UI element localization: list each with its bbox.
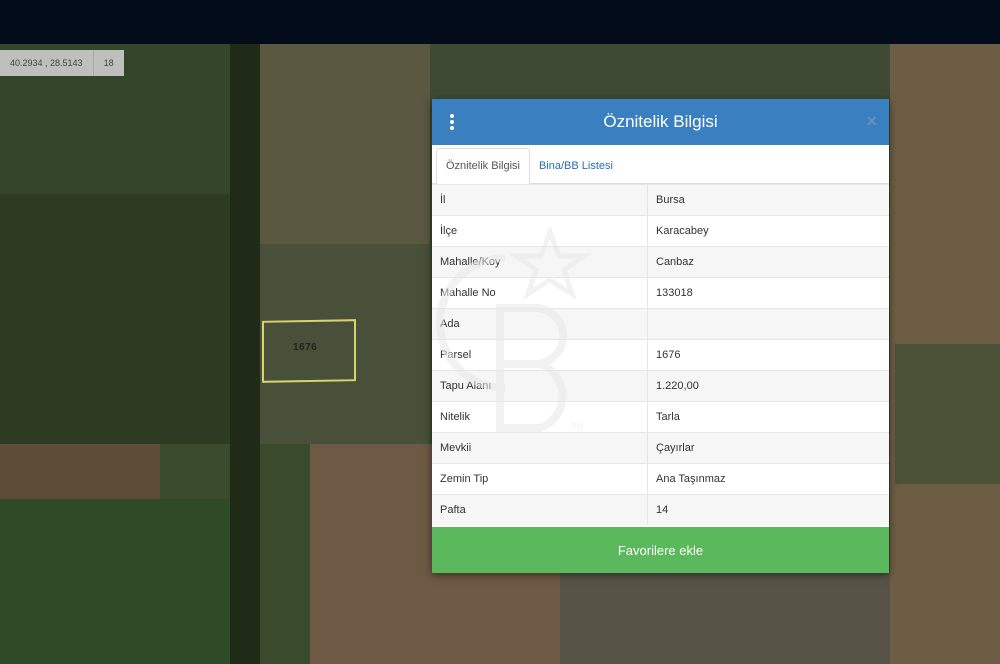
- table-row: Ada: [432, 308, 889, 340]
- row-key: İlçe: [432, 215, 648, 247]
- row-key: İl: [432, 184, 648, 216]
- map-field: [0, 194, 230, 444]
- row-key: Mevkii: [432, 432, 648, 464]
- row-value: Bursa: [647, 184, 889, 216]
- map-field: [895, 344, 1000, 484]
- map-field: [260, 44, 430, 244]
- row-value: 133018: [647, 277, 889, 309]
- map-field: [560, 573, 890, 664]
- attribute-info-dialog: Öznitelik Bilgisi × Öznitelik Bilgisi Bi…: [432, 99, 889, 573]
- zoom-level-readout: 18: [103, 58, 114, 68]
- row-value: 14: [647, 494, 889, 525]
- table-row: Mahalle/Koy Canbaz: [432, 246, 889, 278]
- table-row: Pafta 14: [432, 494, 889, 525]
- row-value: 1.220,00: [647, 370, 889, 402]
- table-row: Nitelik Tarla: [432, 401, 889, 433]
- parcel-label: 1676: [293, 342, 318, 353]
- table-row: Parsel 1676: [432, 339, 889, 371]
- row-value: Çayırlar: [647, 432, 889, 464]
- map-field: [230, 44, 260, 664]
- table-row: Tapu Alanı 1.220,00: [432, 370, 889, 402]
- table-row: İlçe Karacabey: [432, 215, 889, 247]
- row-key: Ada: [432, 308, 648, 340]
- tab-attribute-info[interactable]: Öznitelik Bilgisi: [436, 148, 530, 184]
- dialog-header: Öznitelik Bilgisi ×: [432, 99, 889, 145]
- row-value: Tarla: [647, 401, 889, 433]
- attribute-table: İl Bursa İlçe Karacabey Mahalle/Koy Canbaz …: [432, 184, 889, 525]
- table-row: Mahalle No 133018: [432, 277, 889, 309]
- row-key: Pafta: [432, 494, 648, 525]
- top-bar: [0, 0, 1000, 44]
- row-value: 1676: [647, 339, 889, 371]
- row-key: Mahalle No: [432, 277, 648, 309]
- dialog-tabs: Öznitelik Bilgisi Bina/BB Listesi: [432, 145, 889, 184]
- table-row: İl Bursa: [432, 184, 889, 216]
- close-icon[interactable]: ×: [866, 111, 877, 132]
- row-value: Ana Taşınmaz: [647, 463, 889, 495]
- tab-building-list[interactable]: Bina/BB Listesi: [530, 149, 622, 183]
- row-key: Zemin Tip: [432, 463, 648, 495]
- row-key: Parsel: [432, 339, 648, 371]
- lat-lon-readout: 40.2934 , 28.5143: [0, 50, 94, 76]
- map-field: [430, 44, 900, 100]
- dialog-title: Öznitelik Bilgisi: [603, 112, 718, 131]
- row-key: Mahalle/Koy: [432, 246, 648, 278]
- coordinate-readout: 40.2934 , 28.5143 18: [0, 50, 124, 76]
- row-key: Nitelik: [432, 401, 648, 433]
- kebab-menu-icon[interactable]: [448, 112, 456, 132]
- row-value: Canbaz: [647, 246, 889, 278]
- row-value: [647, 308, 889, 340]
- row-key: Tapu Alanı: [432, 370, 648, 402]
- map-field: [0, 499, 230, 664]
- table-row: Zemin Tip Ana Taşınmaz: [432, 463, 889, 495]
- map-field: [0, 444, 160, 499]
- add-to-favorites-button[interactable]: Favorilere ekle: [432, 527, 889, 573]
- table-row: Mevkii Çayırlar: [432, 432, 889, 464]
- row-value: Karacabey: [647, 215, 889, 247]
